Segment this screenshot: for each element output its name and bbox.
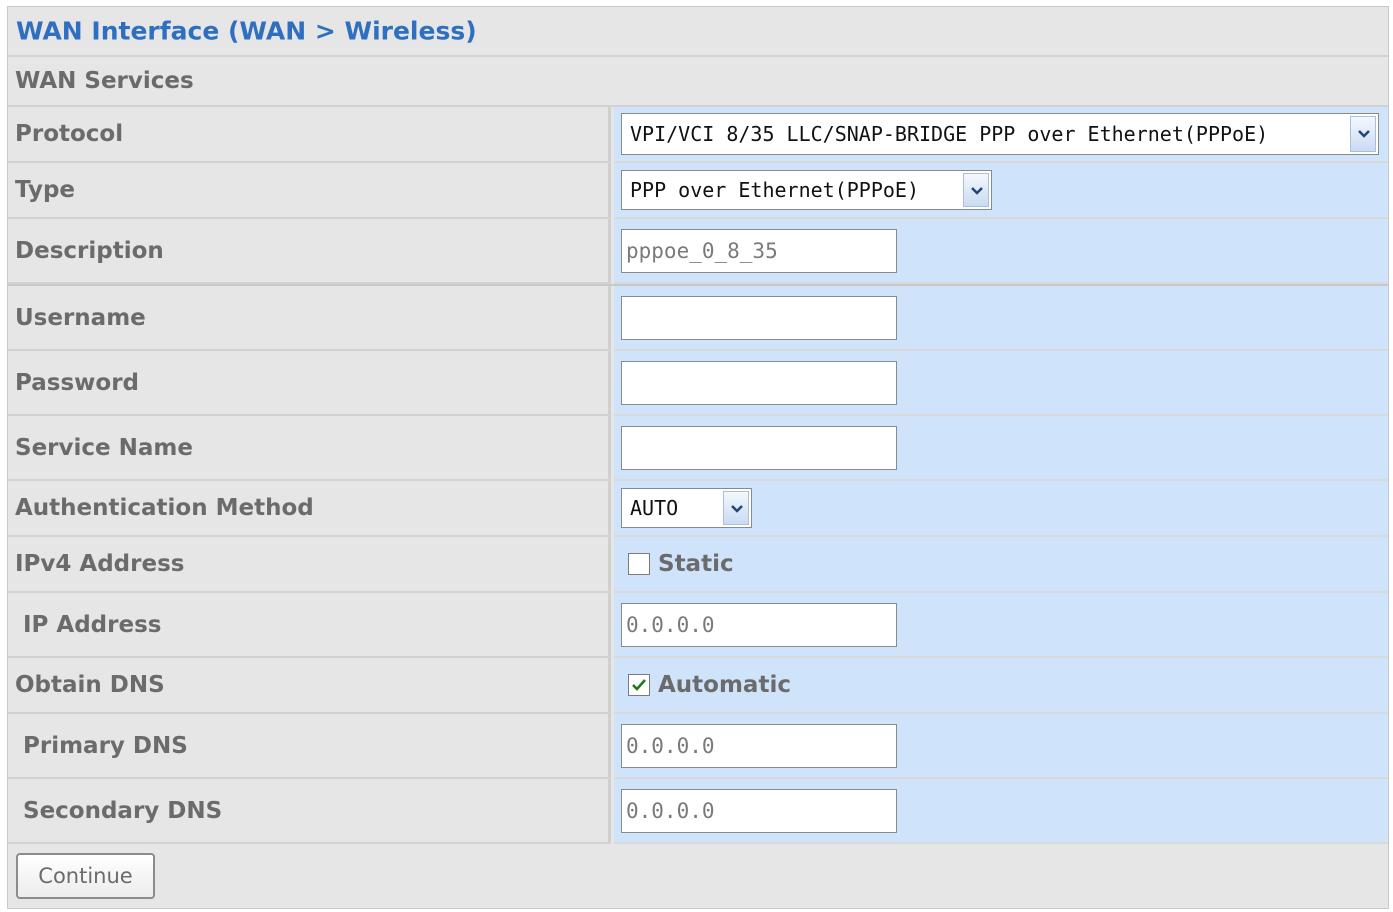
auth-method-label-cell: Authentication Method xyxy=(8,481,611,537)
chevron-down-icon[interactable] xyxy=(963,173,989,207)
type-value-cell: PPP over Ethernet(PPPoE) xyxy=(614,163,1388,219)
section-row: WAN Services xyxy=(8,57,1388,107)
continue-button[interactable]: Continue xyxy=(16,853,155,899)
auth-method-row: Authentication Method AUTO xyxy=(8,481,1388,537)
primary-dns-label-cell: Primary DNS xyxy=(8,714,611,779)
auth-method-select-value: AUTO xyxy=(630,496,679,520)
password-row: Password xyxy=(8,351,1388,416)
username-input[interactable] xyxy=(621,295,897,340)
ip-address-input[interactable]: 0.0.0.0 xyxy=(621,602,897,647)
password-label-cell: Password xyxy=(8,351,611,416)
protocol-row: Protocol VPI/VCI 8/35 LLC/SNAP-BRIDGE PP… xyxy=(8,107,1388,163)
obtain-dns-row: Obtain DNS Automatic xyxy=(8,658,1388,714)
type-row: Type PPP over Ethernet(PPPoE) xyxy=(8,163,1388,219)
button-row: Continue xyxy=(8,844,1388,908)
auth-method-value-cell: AUTO xyxy=(614,481,1388,537)
description-value-cell: pppoe_0_8_35 xyxy=(614,219,1388,284)
secondary-dns-input[interactable]: 0.0.0.0 xyxy=(621,788,897,833)
password-label: Password xyxy=(15,369,139,396)
automatic-checkbox[interactable] xyxy=(628,674,650,696)
ipv4-address-value-cell: Static xyxy=(614,537,1388,593)
description-row: Description pppoe_0_8_35 xyxy=(8,219,1388,284)
chevron-down-icon[interactable] xyxy=(1350,116,1376,152)
secondary-dns-value-cell: 0.0.0.0 xyxy=(614,779,1388,844)
type-select-value: PPP over Ethernet(PPPoE) xyxy=(630,178,919,202)
auth-method-label: Authentication Method xyxy=(15,495,314,521)
automatic-checkbox-group: Automatic xyxy=(628,672,791,698)
password-input[interactable] xyxy=(621,360,897,405)
ip-address-row: IP Address 0.0.0.0 xyxy=(8,593,1388,658)
service-name-input[interactable] xyxy=(621,425,897,470)
ipv4-address-label: IPv4 Address xyxy=(15,551,185,577)
username-row: Username xyxy=(8,284,1388,351)
protocol-value-cell: VPI/VCI 8/35 LLC/SNAP-BRIDGE PPP over Et… xyxy=(614,107,1388,163)
protocol-select-value: VPI/VCI 8/35 LLC/SNAP-BRIDGE PPP over Et… xyxy=(630,122,1269,146)
chevron-down-icon[interactable] xyxy=(723,491,749,525)
type-label-cell: Type xyxy=(8,163,611,219)
obtain-dns-label: Obtain DNS xyxy=(15,672,165,698)
automatic-checkbox-label[interactable]: Automatic xyxy=(658,672,791,698)
ip-address-value-cell: 0.0.0.0 xyxy=(614,593,1388,658)
ip-address-label: IP Address xyxy=(23,611,162,638)
service-name-row: Service Name xyxy=(8,416,1388,481)
description-input[interactable]: pppoe_0_8_35 xyxy=(621,228,897,273)
type-label: Type xyxy=(15,177,76,203)
wan-form-frame: WAN Interface (WAN > Wireless) WAN Servi… xyxy=(7,6,1389,909)
primary-dns-row: Primary DNS 0.0.0.0 xyxy=(8,714,1388,779)
static-checkbox-label[interactable]: Static xyxy=(658,551,734,577)
static-checkbox-group: Static xyxy=(628,551,734,577)
secondary-dns-label: Secondary DNS xyxy=(23,797,223,824)
primary-dns-input[interactable]: 0.0.0.0 xyxy=(621,723,897,768)
username-label: Username xyxy=(15,304,146,331)
secondary-dns-label-cell: Secondary DNS xyxy=(8,779,611,844)
service-name-label: Service Name xyxy=(15,434,193,461)
username-value-cell xyxy=(614,286,1388,351)
ipv4-address-label-cell: IPv4 Address xyxy=(8,537,611,593)
obtain-dns-label-cell: Obtain DNS xyxy=(8,658,611,714)
type-select[interactable]: PPP over Ethernet(PPPoE) xyxy=(621,170,992,210)
protocol-label-cell: Protocol xyxy=(8,107,611,163)
primary-dns-value-cell: 0.0.0.0 xyxy=(614,714,1388,779)
service-name-value-cell xyxy=(614,416,1388,481)
auth-method-select[interactable]: AUTO xyxy=(621,488,752,528)
section-title: WAN Services xyxy=(15,68,194,94)
secondary-dns-row: Secondary DNS 0.0.0.0 xyxy=(8,779,1388,844)
description-label-cell: Description xyxy=(8,219,611,284)
service-name-label-cell: Service Name xyxy=(8,416,611,481)
description-label: Description xyxy=(15,237,164,264)
password-value-cell xyxy=(614,351,1388,416)
ipv4-address-row: IPv4 Address Static xyxy=(8,537,1388,593)
static-checkbox[interactable] xyxy=(628,553,650,575)
check-icon xyxy=(632,679,646,691)
ip-address-label-cell: IP Address xyxy=(8,593,611,658)
title-row: WAN Interface (WAN > Wireless) xyxy=(8,7,1388,57)
protocol-select[interactable]: VPI/VCI 8/35 LLC/SNAP-BRIDGE PPP over Et… xyxy=(621,113,1379,155)
protocol-label: Protocol xyxy=(15,121,124,147)
username-label-cell: Username xyxy=(8,286,611,351)
page-title: WAN Interface (WAN > Wireless) xyxy=(16,16,477,46)
obtain-dns-value-cell: Automatic xyxy=(614,658,1388,714)
primary-dns-label: Primary DNS xyxy=(23,732,188,759)
